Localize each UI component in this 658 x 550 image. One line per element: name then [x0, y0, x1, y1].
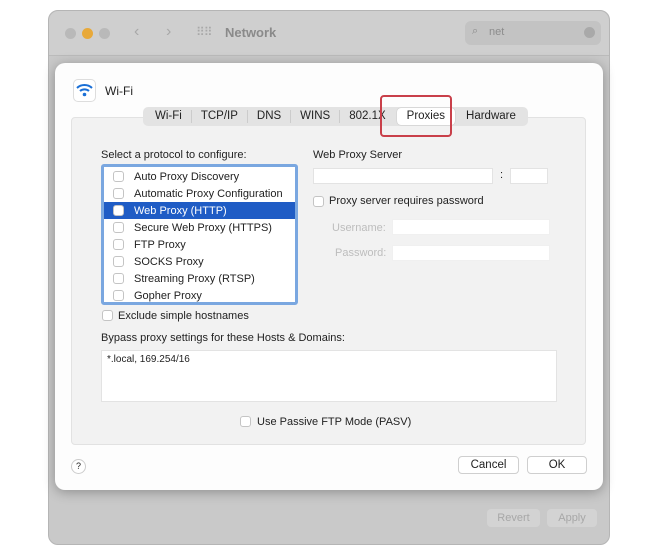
protocol-label: Automatic Proxy Configuration: [134, 187, 283, 200]
tab-bar: Wi-Fi TCP/IP DNS WINS 802.1X Proxies Har…: [143, 107, 528, 126]
protocol-label: Select a protocol to configure:: [101, 149, 247, 161]
port-input[interactable]: [510, 168, 548, 184]
help-button[interactable]: ?: [71, 459, 86, 474]
password-input: [392, 245, 550, 261]
protocol-list[interactable]: Auto Proxy Discovery Automatic Proxy Conf…: [101, 164, 298, 305]
tab-hardware[interactable]: Hardware: [457, 110, 525, 123]
exclude-hostnames-label: Exclude simple hostnames: [118, 310, 249, 322]
protocol-item[interactable]: SOCKS Proxy: [104, 253, 295, 270]
protocol-label: Web Proxy (HTTP): [134, 204, 227, 217]
tab-wins[interactable]: WINS: [291, 110, 341, 123]
tab-dns[interactable]: DNS: [248, 110, 292, 123]
passive-ftp-label: Use Passive FTP Mode (PASV): [257, 416, 412, 428]
protocol-label: Gopher Proxy: [134, 289, 202, 302]
server-input[interactable]: [313, 168, 493, 184]
forward-icon[interactable]: ›: [166, 23, 171, 41]
protocol-item[interactable]: Streaming Proxy (RTSP): [104, 270, 295, 287]
apply-button: Apply: [547, 509, 597, 527]
protocol-item[interactable]: Auto Proxy Discovery: [104, 168, 295, 185]
tab-tcpip[interactable]: TCP/IP: [192, 110, 248, 123]
bypass-textarea[interactable]: *.local, 169.254/16: [101, 350, 557, 402]
tab-wifi[interactable]: Wi-Fi: [146, 110, 192, 123]
username-input: [392, 219, 550, 235]
requires-password-label: Proxy server requires password: [329, 195, 484, 207]
username-label: Username:: [332, 222, 386, 234]
protocol-item[interactable]: Gopher Proxy: [104, 287, 295, 304]
server-label: Web Proxy Server: [313, 149, 403, 161]
bypass-label: Bypass proxy settings for these Hosts & …: [101, 332, 345, 344]
protocol-checkbox[interactable]: [113, 205, 124, 216]
search-value: net: [489, 26, 505, 38]
protocol-checkbox[interactable]: [113, 222, 124, 233]
protocol-item[interactable]: FTP Proxy: [104, 236, 295, 253]
protocol-label: Streaming Proxy (RTSP): [134, 272, 255, 285]
protocol-item[interactable]: Automatic Proxy Configuration: [104, 185, 295, 202]
protocol-checkbox[interactable]: [113, 171, 124, 182]
grid-icon[interactable]: ⠿⠿: [196, 25, 213, 39]
protocol-checkbox[interactable]: [113, 256, 124, 267]
password-label: Password:: [335, 247, 387, 259]
protocol-item[interactable]: Web Proxy (HTTP): [104, 202, 295, 219]
port-separator: :: [500, 169, 504, 181]
highlight-box: [380, 95, 452, 137]
zoom-button[interactable]: [99, 28, 110, 39]
close-button[interactable]: [65, 28, 76, 39]
protocol-label: FTP Proxy: [134, 238, 186, 251]
proxies-sheet: Wi-Fi Wi-Fi TCP/IP DNS WINS 802.1X Proxi…: [55, 63, 603, 490]
search-icon: ⌕: [472, 25, 479, 37]
window-title: Network: [225, 25, 277, 40]
exclude-hostnames-checkbox[interactable]: [102, 310, 113, 321]
service-name: Wi-Fi: [105, 84, 133, 98]
protocol-checkbox[interactable]: [113, 273, 124, 284]
protocol-item[interactable]: Secure Web Proxy (HTTPS): [104, 219, 295, 236]
protocol-label: SOCKS Proxy: [134, 255, 204, 268]
protocol-checkbox[interactable]: [113, 290, 124, 301]
passive-ftp-checkbox[interactable]: [240, 416, 251, 427]
requires-password-checkbox[interactable]: [313, 196, 324, 207]
back-icon[interactable]: ‹: [134, 23, 139, 41]
protocol-checkbox[interactable]: [113, 239, 124, 250]
protocol-label: Secure Web Proxy (HTTPS): [134, 221, 272, 234]
title-bar: ‹ › ⠿⠿ Network ⌕ net: [49, 11, 609, 56]
protocol-checkbox[interactable]: [113, 188, 124, 199]
wifi-icon: [73, 79, 96, 102]
minimize-button[interactable]: [82, 28, 93, 39]
ok-button[interactable]: OK: [527, 456, 587, 474]
search-input[interactable]: ⌕ net: [465, 21, 601, 45]
cancel-button[interactable]: Cancel: [458, 456, 519, 474]
revert-button: Revert: [487, 509, 540, 527]
protocol-label: Auto Proxy Discovery: [134, 170, 240, 183]
clear-search-icon[interactable]: [584, 27, 595, 38]
